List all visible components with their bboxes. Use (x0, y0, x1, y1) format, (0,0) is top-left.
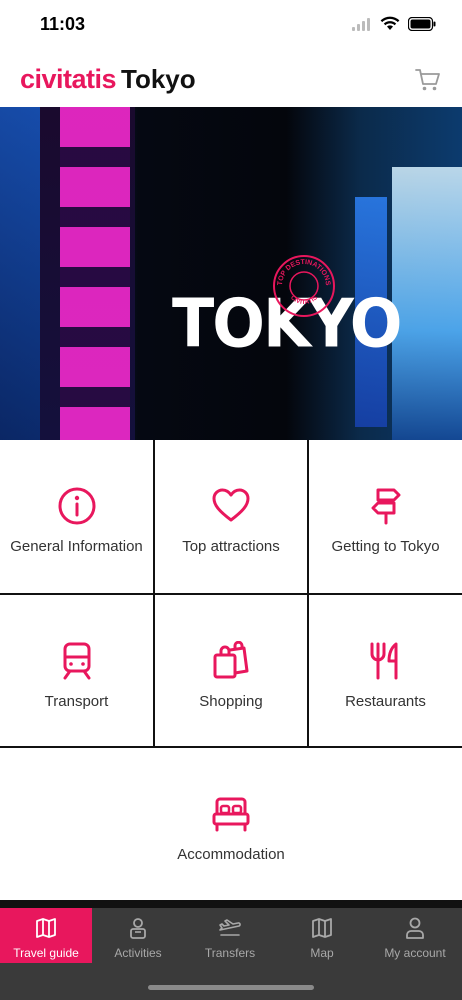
person-ticket-icon (130, 918, 146, 939)
battery-icon (408, 16, 436, 31)
tile-label: Shopping (199, 693, 263, 710)
tile-top-attractions[interactable]: Top attractions (155, 440, 307, 593)
stamp-bottom-text: CIVITATIS (289, 294, 319, 306)
hero-neon-left (0, 107, 40, 440)
tab-label: My account (384, 946, 446, 960)
tile-label: General Information (10, 538, 143, 555)
status-time: 11:03 (40, 14, 86, 34)
info-icon (58, 487, 95, 525)
heart-icon (212, 488, 250, 522)
app-header: civitatis Tokyo (0, 52, 462, 107)
home-indicator (148, 985, 314, 990)
status-icons (352, 16, 436, 31)
tab-label: Activities (114, 946, 162, 960)
tile-accommodation[interactable]: Accommodation (0, 748, 462, 900)
tab-activities[interactable]: Activities (92, 908, 184, 963)
train-icon (63, 642, 90, 680)
tile-label: Restaurants (345, 693, 426, 710)
tab-transfers[interactable]: Transfers (184, 908, 276, 963)
tab-label: Map (310, 946, 334, 960)
cart-icon[interactable] (414, 66, 442, 94)
page-title: Tokyo (121, 64, 196, 94)
brand-logo: civitatis (20, 64, 117, 94)
fork-knife-icon (370, 642, 397, 680)
tab-label: Travel guide (13, 946, 79, 960)
tab-label: Transfers (204, 946, 256, 960)
hero-building-right (392, 167, 462, 440)
top-destinations-stamp: TOP DESTINATIONS CIVITATIS (273, 255, 335, 317)
plane-icon (219, 919, 241, 936)
tile-restaurants[interactable]: Restaurants (309, 595, 462, 746)
tile-general-information[interactable]: General Information (0, 440, 153, 593)
hero-neon-sign-left (60, 107, 130, 440)
signal-icon (352, 17, 370, 31)
guide-tiles: General Information Top attractions Gett… (0, 440, 462, 908)
tab-map[interactable]: Map (276, 908, 368, 963)
status-bar: 11:03 (0, 0, 462, 52)
tile-transport[interactable]: Transport (0, 595, 153, 746)
tile-getting-to-tokyo[interactable]: Getting to Tokyo (309, 440, 462, 593)
hero-banner: TOKYO TOP DESTINATIONS CIVITATIS (0, 107, 462, 440)
tile-label: Top attractions (182, 538, 280, 555)
map-icon (312, 918, 332, 938)
tile-label: Accommodation (177, 846, 285, 863)
map-book-icon (36, 918, 56, 938)
shopping-bags-icon (213, 641, 249, 679)
tile-label: Getting to Tokyo (331, 538, 440, 555)
tab-travel-guide[interactable]: Travel guide (0, 908, 92, 963)
svg-text:CIVITATIS: CIVITATIS (289, 294, 319, 306)
wifi-icon (380, 16, 400, 30)
signpost-icon (371, 488, 400, 525)
tab-my-account[interactable]: My account (368, 908, 462, 963)
bed-icon (212, 797, 250, 832)
user-icon (406, 917, 424, 939)
tile-shopping[interactable]: Shopping (155, 595, 307, 746)
tile-label: Transport (44, 693, 109, 710)
